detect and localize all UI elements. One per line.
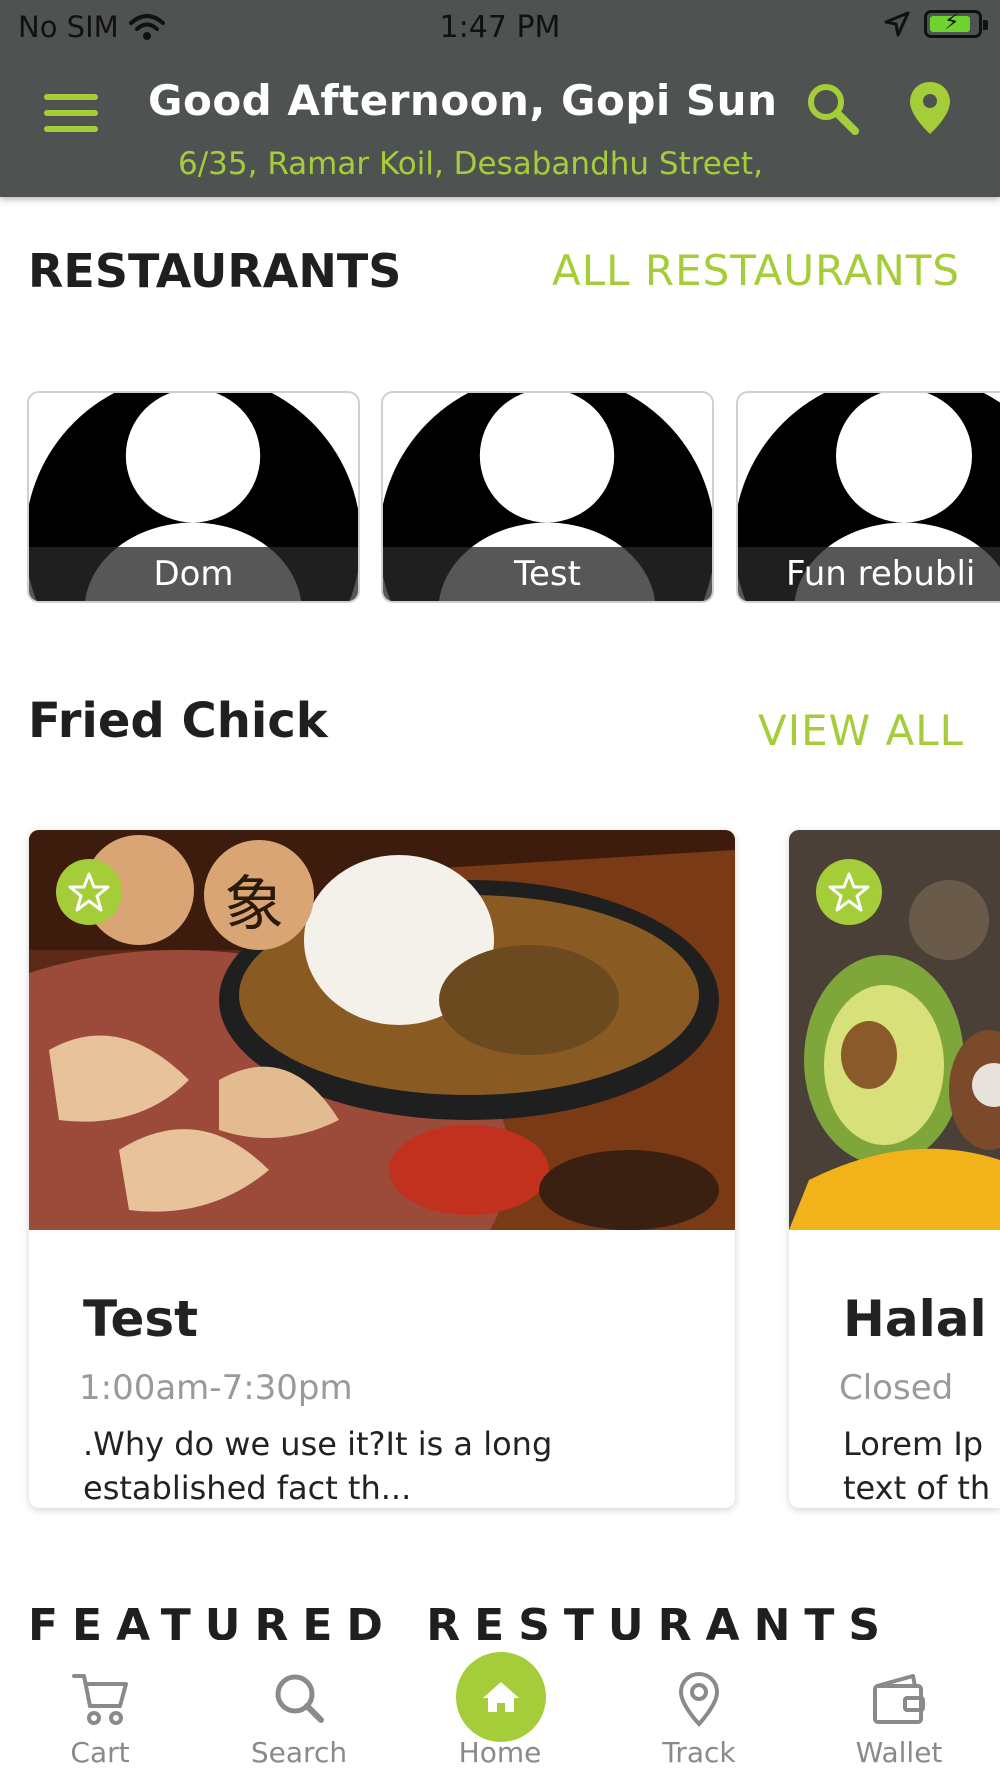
restaurants-heading: RESTAURANTS	[28, 244, 402, 298]
restaurant-name: Dom	[29, 547, 358, 601]
card-description: Lorem Ip text of th	[843, 1425, 991, 1507]
tab-label: Cart	[70, 1736, 130, 1769]
svg-text:象: 象	[224, 870, 284, 940]
status-time: 1:47 PM	[439, 10, 561, 45]
tab-cart[interactable]: Cart	[30, 1640, 170, 1778]
card-title: Test	[83, 1290, 199, 1348]
restaurant-food-card[interactable]: Halal I Closed Lorem Ip text of th	[789, 830, 1000, 1508]
search-icon	[275, 1674, 324, 1723]
restaurant-name: Fun rebubli	[738, 547, 1000, 601]
card-description: .Why do we use it?It is a long establish…	[83, 1425, 553, 1507]
cart-icon	[72, 1674, 128, 1725]
card-hours: 1:00am-7:30pm	[79, 1368, 353, 1408]
tab-label: Wallet	[855, 1736, 943, 1769]
all-restaurants-link[interactable]: ALL RESTAURANTS	[552, 246, 960, 295]
food-image: 象	[29, 830, 735, 1230]
status-right: ⚡	[884, 10, 988, 38]
restaurant-card[interactable]: Fun rebubli	[736, 391, 1000, 603]
delivery-address[interactable]: 6/35, Ramar Koil, Desabandhu Street,	[178, 146, 808, 182]
category-heading: Fried Chick	[28, 693, 328, 749]
status-bar: No SIM 1:47 PM ⚡	[0, 0, 1000, 54]
tab-label: Track	[662, 1736, 736, 1769]
wallet-icon	[873, 1674, 925, 1724]
restaurant-card[interactable]: Test	[381, 391, 714, 603]
card-title: Halal I	[843, 1290, 1000, 1348]
restaurant-name: Test	[383, 547, 712, 601]
home-icon	[483, 1682, 519, 1712]
view-all-link[interactable]: VIEW ALL	[758, 706, 964, 755]
hamburger-menu-icon[interactable]	[44, 92, 100, 136]
card-hours: Closed	[839, 1368, 954, 1408]
restaurant-card[interactable]: Dom	[27, 391, 360, 603]
location-pin-icon	[678, 1671, 720, 1727]
location-arrow-icon	[884, 11, 910, 37]
tab-label: Search	[250, 1736, 348, 1769]
greeting-title: Good Afternoon, Gopi Sun...	[148, 76, 778, 125]
tab-track[interactable]: Track	[629, 1640, 769, 1778]
restaurant-food-card[interactable]: 象 Test 1:00am-7:30pm .Why do we use it?I…	[29, 830, 735, 1508]
app-header: No SIM 1:47 PM ⚡ Good Afternoon, Gopi Su…	[0, 0, 1000, 197]
search-icon[interactable]	[802, 78, 862, 138]
location-pin-icon[interactable]	[900, 78, 960, 138]
favorite-star-icon[interactable]	[813, 856, 885, 928]
favorite-star-icon[interactable]	[53, 856, 125, 928]
tab-search[interactable]: Search	[229, 1640, 369, 1778]
home-tab-button[interactable]	[456, 1652, 546, 1742]
battery-icon: ⚡	[924, 10, 988, 38]
tab-wallet[interactable]: Wallet	[829, 1640, 969, 1778]
